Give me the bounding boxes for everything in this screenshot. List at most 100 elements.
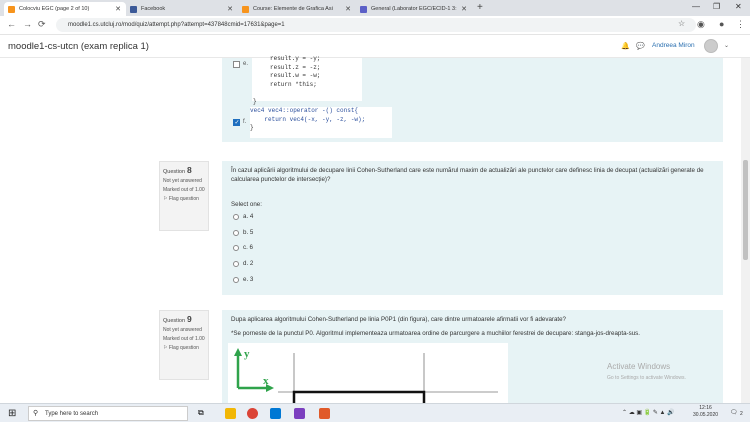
notification-icon[interactable]: 🗨 [730,409,738,416]
teams-favicon-icon [360,5,367,13]
activate-windows-sub: Go to Settings to activate Windows. [607,375,686,381]
option-e-checkbox[interactable] [233,61,240,68]
tab-facebook[interactable]: Facebook ✕ [126,2,238,16]
activate-windows-title: Activate Windows [607,362,671,371]
tab-label: Facebook [141,6,166,12]
chrome-icon[interactable] [247,408,258,419]
clock[interactable]: 12:16 30.05.2020 [693,405,718,419]
back-arrow-icon[interactable]: ← [7,19,16,29]
notification-bell-icon[interactable]: 🔔 [621,42,630,50]
bookmark-star-icon[interactable]: ☆ [678,19,685,28]
code-line: return *this; [270,80,317,88]
question-8-info: Question 8 Not yet answered Marked out of… [159,161,209,231]
flag-question[interactable]: ⚐ Flag question [163,196,205,202]
close-window-icon[interactable]: ✕ [735,2,742,11]
windows-taskbar: ⊞ ⚲ Type here to search ⧉ ⌃ ☁ ▣ 🔋 ✎ ▲ 🔊 … [0,403,750,422]
radio-button[interactable] [233,229,239,236]
code-line: } [250,124,254,131]
moodle-favicon-icon [242,5,249,13]
task-view-icon[interactable]: ⧉ [198,408,209,419]
code-line: return vec4(-x, -y, -z, -w); [250,115,366,123]
question-text: Dupa aplicarea algoritmului Cohen-Suther… [231,316,566,323]
clock-date: 30.05.2020 [693,412,719,418]
menu-dots-icon[interactable]: ⋮ [736,19,745,30]
notification-count: 2 [740,411,743,417]
option-d[interactable]: d. 2 [233,260,253,267]
windows-start-icon[interactable]: ⊞ [8,408,16,419]
option-f-checkbox[interactable] [233,119,240,126]
app-icon[interactable] [319,408,330,419]
flag-question[interactable]: ⚐ Flag question [163,345,205,351]
new-tab-button[interactable]: + [477,2,483,13]
close-icon[interactable]: ✕ [461,5,467,13]
question-status: Not yet answered [163,178,202,184]
option-label: a. 4 [243,213,254,220]
scrollbar-thumb[interactable] [743,160,748,260]
flag-label: Flag question [168,345,199,351]
site-name[interactable]: moodle1-cs-utcn (exam replica 1) [8,41,149,52]
close-icon[interactable]: ✕ [227,5,233,13]
code-line: vec4 vec4::operator -() const{ [250,107,359,114]
profile-icon[interactable]: ◉ [697,19,705,30]
code-line: result.z = -z; [270,63,321,71]
option-b[interactable]: b. 5 [233,229,253,236]
question-marks: Marked out of 1.00 [163,336,205,342]
code-line: result.y = -y; [270,55,321,62]
question-status: Not yet answered [163,327,202,333]
messages-icon[interactable]: 💬 [636,42,645,50]
tab-course[interactable]: Course: Elemente de Grafica Asi ✕ [238,2,356,16]
question-label: Question [163,169,186,175]
option-e-label: e. [243,61,249,67]
maximize-icon[interactable]: ❐ [713,2,720,11]
code-line: result.w = -w; [270,72,321,79]
clipping-diagram: y x [234,348,498,408]
tab-general-teams[interactable]: General (Laborator EGC/ECID-1 3: ✕ [356,2,472,16]
reload-icon[interactable]: ⟳ [38,19,46,30]
file-explorer-icon[interactable] [225,408,236,419]
tab-label: Course: Elemente de Grafica Asi [253,6,333,12]
taskbar-search[interactable]: ⚲ Type here to search [28,406,188,421]
question-9-info: Question 9 Not yet answered Marked out of… [159,310,209,380]
option-label: e. 3 [243,276,254,283]
option-e[interactable]: e. 3 [233,276,253,283]
browser-toolbar: ← → ⟳ moodle1.cs.utcluj.ro/mod/quiz/atte… [0,16,750,35]
radio-button[interactable] [233,260,239,267]
search-icon: ⚲ [33,410,39,417]
option-label: b. 5 [243,229,254,236]
select-one-label: Select one: [231,201,262,208]
url-text: moodle1.cs.utcluj.ro/mod/quiz/attempt.ph… [68,22,285,28]
close-icon[interactable]: ✕ [345,5,351,13]
tab-colocviu-egc[interactable]: Colocviu EGC (page 2 of 10) ✕ [4,2,126,16]
browser-tab-strip: Colocviu EGC (page 2 of 10) ✕ Facebook ✕… [0,0,750,16]
question-text: În cazul aplicării algoritmului de decup… [231,167,704,183]
option-c[interactable]: c. 6 [233,244,253,251]
forward-arrow-icon[interactable]: → [23,19,32,29]
option-e-code: result.y = -y; result.z = -z; result.w =… [252,55,362,101]
address-bar[interactable]: moodle1.cs.utcluj.ro/mod/quiz/attempt.ph… [56,18,696,32]
clipping-figure: y x [228,343,508,408]
option-a[interactable]: a. 4 [233,213,253,220]
radio-button[interactable] [233,244,239,251]
question-marks: Marked out of 1.00 [163,187,205,193]
search-placeholder: Type here to search [45,410,99,417]
visual-studio-icon[interactable] [294,408,305,419]
avatar[interactable] [704,39,718,53]
facebook-favicon-icon [130,5,137,13]
question-note: *Se porneste de la punctul P0. Algoritmu… [231,330,640,337]
close-icon[interactable]: ✕ [115,5,121,13]
question-number-value: 8 [187,165,192,175]
radio-button[interactable] [233,213,239,220]
mail-icon[interactable] [270,408,281,419]
minimize-icon[interactable]: — [692,2,700,11]
tab-label: General (Laborator EGC/ECID-1 3: [371,6,457,12]
question-number: Question 9 [163,314,205,324]
radio-button[interactable] [233,276,239,283]
extension-avatar-icon[interactable]: ● [719,19,724,29]
option-label: c. 6 [243,244,253,251]
moodle-header: moodle1-cs-utcn (exam replica 1) 🔔 💬 And… [0,36,750,58]
axis-x-label: x [263,375,269,387]
tray-icons[interactable]: ⌃ ☁ ▣ 🔋 ✎ ▲ 🔊 [622,409,675,416]
tab-label: Colocviu EGC (page 2 of 10) [19,6,90,12]
user-name[interactable]: Andreea Miron [652,42,695,49]
chevron-down-icon[interactable]: ⌄ [724,42,729,49]
